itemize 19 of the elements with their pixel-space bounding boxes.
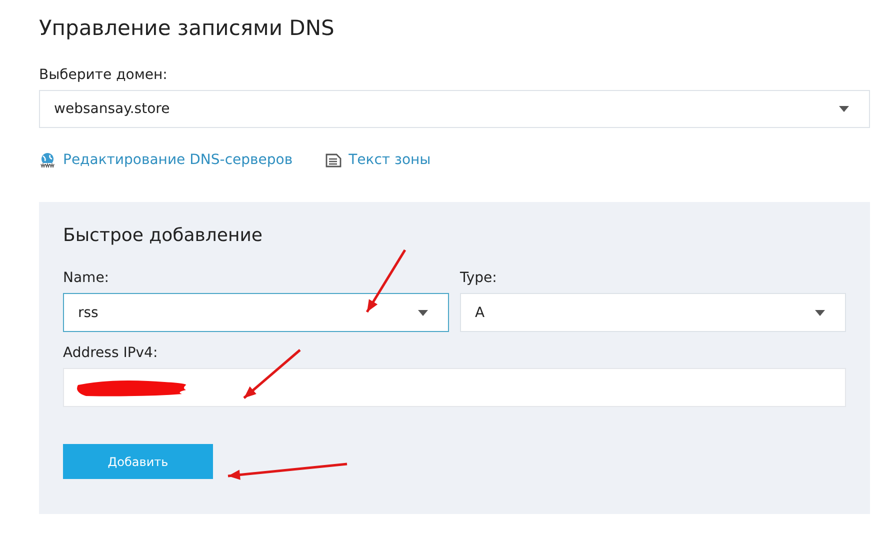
address-field[interactable] [63, 368, 846, 407]
globe-icon [39, 152, 56, 168]
domain-dropdown[interactable]: websansay.store [39, 90, 870, 128]
caret-icon [418, 310, 428, 316]
field-label: Выберите домен: [39, 67, 168, 83]
caret-icon [815, 310, 825, 316]
page-title: Управление записями DNS [39, 15, 336, 42]
field-label: Name: [63, 270, 110, 286]
field-label: Type: [460, 270, 498, 286]
link[interactable]: Текст зоны [324, 152, 431, 168]
annotation-arrow [243, 349, 301, 399]
dropdown[interactable]: rss [63, 293, 449, 332]
panel-title: Быстрое добавление [63, 224, 262, 248]
field-label: Address IPv4: [63, 345, 159, 361]
link[interactable]: Редактирование DNS-серверов [39, 152, 293, 168]
annotation-arrow [366, 249, 406, 313]
caret-icon [839, 106, 849, 112]
document-icon [324, 152, 342, 168]
dropdown[interactable]: A [460, 293, 846, 332]
